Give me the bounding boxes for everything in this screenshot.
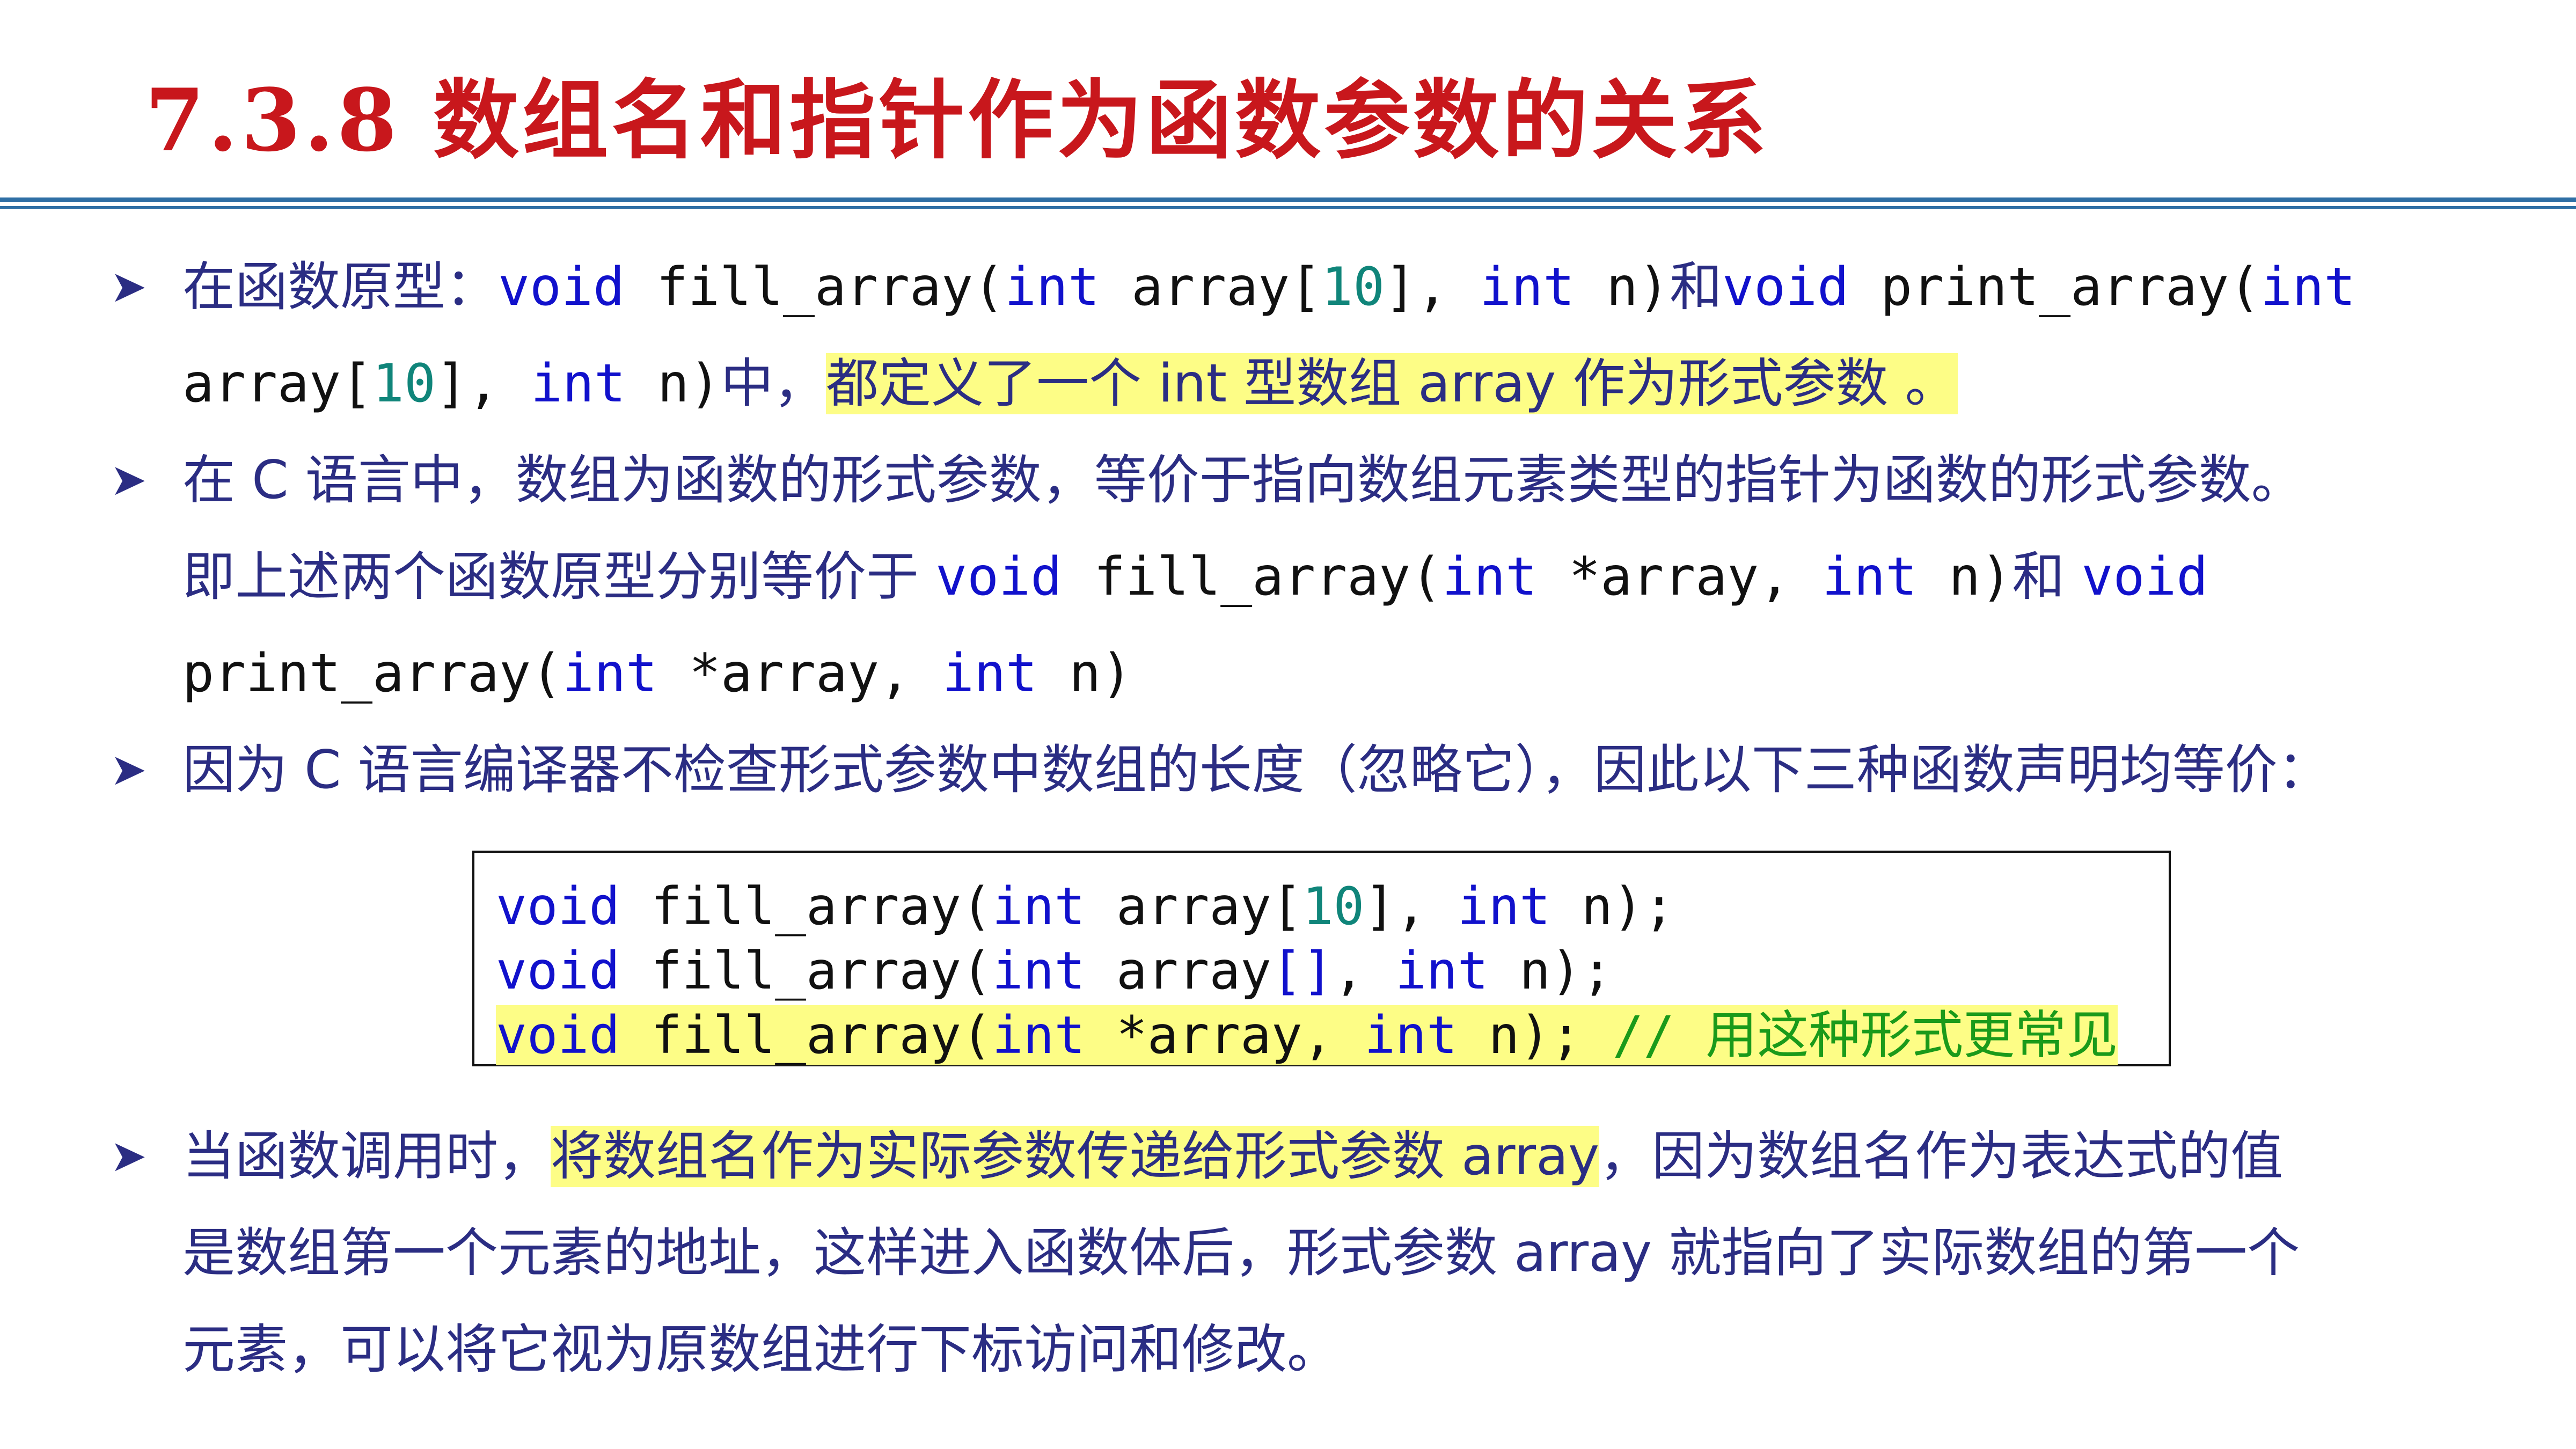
bullet-4-prefix: 当函数调用时， [182, 1126, 551, 1187]
code-box: void fill_array(int array[10], int n); v… [472, 851, 2171, 1066]
bullet-2-line-2: 即上述两个函数原型分别等价于 void fill_array(int *arra… [182, 529, 2208, 625]
code-brackets: [] [1271, 941, 1334, 1001]
code-text: fill_array( [620, 1005, 992, 1065]
code-text: fill_array( [620, 941, 992, 1001]
arrow-bullet-icon: ➤ [110, 261, 147, 312]
bullet-4-line-2: 是数组第一个元素的地址，这样进入函数体后，形式参数 array 就指向了实际数组… [182, 1223, 2300, 1284]
code-text: n) [1917, 546, 2012, 608]
code-text: print_array( [1849, 257, 2261, 318]
code-keyword: int [562, 643, 658, 704]
code-keyword: int [992, 876, 1086, 936]
code-text: n); [1457, 1005, 1582, 1065]
bullet-4-suffix: ，因为数组名作为表达式的值 [1599, 1126, 2284, 1187]
code-keyword: int [531, 353, 626, 414]
code-text: print_array( [182, 643, 563, 704]
code-keyword: int [1457, 876, 1551, 936]
code-line-3-highlight: void fill_array(int *array, int n); // 用… [496, 1005, 2118, 1065]
code-keyword: int [992, 1005, 1086, 1065]
code-text: n) [626, 353, 721, 414]
code-keyword: int [942, 643, 1038, 704]
code-keyword: int [1480, 257, 1575, 318]
title-divider [0, 197, 2576, 202]
code-text: , [1333, 941, 1396, 1001]
code-text: *array, [1537, 546, 1823, 608]
code-text: array[ [182, 353, 373, 414]
code-keyword: void [496, 876, 620, 936]
bullet-3-line-1: 因为 C 语言编译器不检查形式参数中数组的长度（忽略它），因此以下三种函数声明均… [182, 740, 2330, 801]
code-text: array[ [1085, 876, 1302, 936]
code-comment: // 用这种形式更常见 [1581, 1005, 2118, 1065]
code-line-2: void fill_array(int array[], int n); [496, 939, 1613, 1003]
code-keyword: int [1395, 941, 1489, 1001]
code-text: *array, [657, 643, 943, 704]
code-keyword: void [2081, 546, 2208, 608]
arrow-bullet-icon: ➤ [110, 455, 147, 506]
code-text: fill_array( [1062, 546, 1443, 608]
code-text: array[ [1100, 257, 1322, 318]
code-keyword: void [935, 546, 1063, 608]
code-text: fill_array( [625, 257, 1005, 318]
bullet-2-line-3: print_array(int *array, int n) [182, 625, 1132, 722]
code-keyword: void [496, 941, 620, 1001]
bullet-4-line-1: 当函数调用时，将数组名作为实际参数传递给形式参数 array，因为数组名作为表达… [182, 1108, 2283, 1205]
bullet-1-line-2: array[10], int n)中，都定义了一个 int 型数组 array … [182, 335, 1958, 432]
code-keyword: int [1005, 257, 1100, 318]
bullet-2-line-1: 在 C 语言中，数组为函数的形式参数，等价于指向数组元素类型的指针为函数的形式参… [182, 450, 2304, 511]
code-number: 10 [1302, 876, 1365, 936]
code-line-1: void fill_array(int array[10], int n); [496, 874, 1674, 939]
arrow-bullet-icon: ➤ [110, 744, 147, 795]
page-title: 7.3.8 数组名和指针作为函数参数的关系 [145, 70, 1770, 171]
code-text: *array, [1085, 1005, 1365, 1065]
code-keyword: void [1722, 257, 1849, 318]
code-text: ], [1364, 876, 1458, 936]
code-keyword: void [496, 1005, 620, 1065]
bullet-1-conjunction: 和 [1670, 257, 1723, 318]
highlighted-text: 将数组名作为实际参数传递给形式参数 array [551, 1126, 1600, 1187]
bullet-4-line-3: 元素，可以将它视为原数组进行下标访问和修改。 [182, 1319, 1340, 1380]
code-keyword: void [498, 257, 625, 318]
code-text: n) [1037, 643, 1133, 704]
code-text: fill_array( [620, 876, 992, 936]
code-text: ], [436, 353, 531, 414]
bullet-2-prefix: 即上述两个函数原型分别等价于 [182, 546, 936, 608]
bullet-1-line-1: 在函数原型：void fill_array(int array[10], int… [182, 239, 2355, 335]
code-number: 10 [1321, 257, 1385, 318]
bullet-1-connector: 中， [721, 353, 826, 414]
code-keyword: int [1442, 546, 1538, 608]
bullet-2-conjunction: 和 [2012, 546, 2082, 608]
arrow-bullet-icon: ➤ [110, 1131, 147, 1182]
code-keyword: int [1822, 546, 1918, 608]
code-text: n); [1488, 941, 1613, 1001]
code-text: n) [1575, 257, 1670, 318]
code-keyword: int [1364, 1005, 1458, 1065]
code-keyword: int [2260, 257, 2356, 318]
code-line-3: void fill_array(int *array, int n); // 用… [496, 1003, 2118, 1067]
code-number: 10 [372, 353, 436, 414]
code-text: ], [1385, 257, 1480, 318]
bullet-1-prefix: 在函数原型： [182, 257, 499, 318]
title-divider-thin [0, 206, 2576, 209]
code-text: array [1085, 941, 1271, 1001]
code-keyword: int [992, 941, 1086, 1001]
highlighted-text: 都定义了一个 int 型数组 array 作为形式参数 。 [826, 353, 1958, 414]
code-text: n); [1550, 876, 1675, 936]
